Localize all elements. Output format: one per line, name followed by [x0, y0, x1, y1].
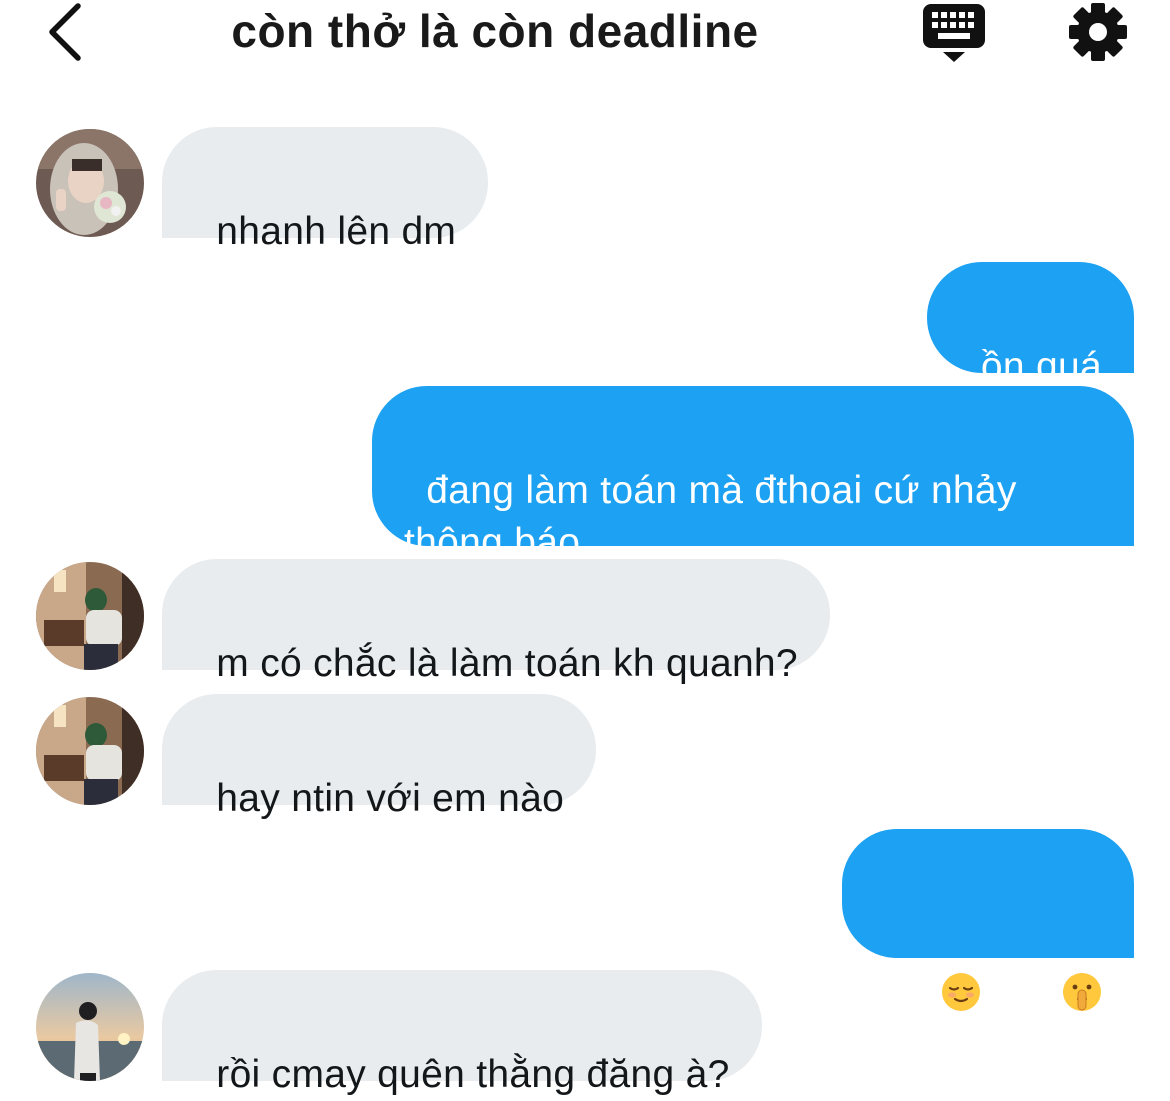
avatar-sunset-silhouette[interactable] — [36, 973, 144, 1081]
keyboard-icon — [923, 4, 985, 62]
back-button[interactable] — [40, 0, 96, 64]
relieved-face-emoji — [874, 920, 981, 1078]
chat-header: còn thở là còn deadline — [0, 0, 1170, 70]
message-bubble-outgoing[interactable] — [842, 829, 1134, 1011]
gear-icon — [1069, 3, 1127, 61]
message-bubble-incoming[interactable]: m có chắc là làm toán kh quanh? — [162, 559, 830, 685]
avatar-boy-headphones[interactable] — [36, 562, 144, 670]
message-text: nhanh lên dm — [216, 210, 457, 253]
message-bubble-incoming[interactable]: nhanh lên dm — [162, 127, 489, 253]
conversation-title[interactable]: còn thở là còn deadline — [180, 2, 810, 60]
shushing-face-emoji — [995, 920, 1102, 1078]
keyboard-toggle-button[interactable] — [918, 2, 990, 66]
message-bubble-outgoing[interactable]: ồn quá — [926, 262, 1134, 388]
message-text: m có chắc là làm toán kh quanh? — [216, 642, 798, 685]
message-text: đang làm toán mà đthoai cứ nhảy thông bá… — [404, 469, 1017, 564]
emoji-row — [874, 973, 1102, 1025]
message-bubble-incoming[interactable]: rồi cmay quên thằng đăng à? — [162, 970, 762, 1096]
avatar-hooded-girl[interactable] — [36, 129, 144, 237]
message-text: ồn quá — [980, 345, 1102, 388]
chevron-left-icon — [49, 3, 81, 61]
message-bubble-incoming[interactable]: hay ntin với em nào — [162, 694, 597, 820]
avatar-boy-headphones[interactable] — [36, 697, 144, 805]
message-bubble-outgoing[interactable]: đang làm toán mà đthoai cứ nhảy thông bá… — [372, 386, 1134, 564]
message-text: hay ntin với em nào — [216, 777, 565, 820]
message-text: rồi cmay quên thằng đăng à? — [216, 1053, 730, 1096]
settings-button[interactable] — [1066, 0, 1130, 64]
